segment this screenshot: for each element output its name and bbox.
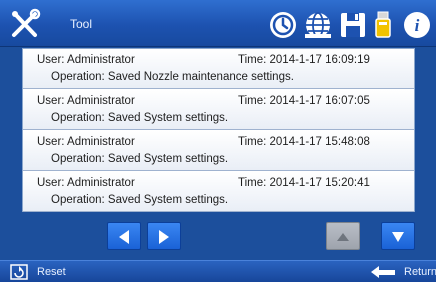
log-time: Time: 2014-1-17 16:09:19	[238, 54, 370, 66]
log-operation: Operation: Saved System settings.	[51, 194, 229, 206]
log-operation: Operation: Saved Nozzle maintenance sett…	[51, 71, 294, 83]
header-bar: Tool i	[0, 0, 436, 47]
log-user: User: Administrator	[37, 136, 135, 148]
svg-text:i: i	[415, 16, 420, 35]
log-time: Time: 2014-1-17 15:20:41	[238, 177, 370, 189]
log-row[interactable]: User: Administrator Time: 2014-1-17 15:4…	[23, 131, 414, 171]
log-operation: Operation: Saved System settings.	[51, 112, 229, 124]
return-icon[interactable]	[370, 265, 396, 279]
log-user: User: Administrator	[37, 54, 135, 66]
return-button[interactable]: Return	[404, 266, 436, 278]
next-page-button[interactable]	[147, 222, 181, 250]
usb-icon[interactable]	[368, 10, 398, 40]
clock-icon[interactable]	[268, 10, 298, 40]
info-icon[interactable]: i	[402, 10, 432, 40]
log-row[interactable]: User: Administrator Time: 2014-1-17 16:0…	[23, 90, 414, 130]
scroll-up-button[interactable]	[326, 222, 360, 250]
operation-log-list[interactable]: User: Administrator Time: 2014-1-17 16:0…	[22, 48, 415, 212]
log-time: Time: 2014-1-17 16:07:05	[238, 95, 370, 107]
footer-bar: Reset Return	[0, 260, 436, 282]
log-user: User: Administrator	[37, 177, 135, 189]
reset-icon[interactable]	[10, 264, 28, 280]
right-arrow-icon	[159, 230, 169, 244]
prev-page-button[interactable]	[107, 222, 141, 250]
globe-icon[interactable]	[303, 10, 333, 40]
log-row[interactable]: User: Administrator Time: 2014-1-17 16:0…	[23, 49, 414, 89]
save-icon[interactable]	[338, 10, 368, 40]
scroll-down-button[interactable]	[381, 222, 415, 250]
down-arrow-icon	[392, 232, 404, 242]
log-row[interactable]: User: Administrator Time: 2014-1-17 15:2…	[23, 172, 414, 212]
tool-icon[interactable]	[8, 7, 42, 41]
log-time: Time: 2014-1-17 15:48:08	[238, 136, 370, 148]
up-arrow-icon	[337, 233, 349, 241]
log-operation: Operation: Saved System settings.	[51, 153, 229, 165]
left-arrow-icon	[119, 230, 129, 244]
reset-button[interactable]: Reset	[37, 266, 66, 278]
log-user: User: Administrator	[37, 95, 135, 107]
page-title: Tool	[70, 17, 93, 31]
